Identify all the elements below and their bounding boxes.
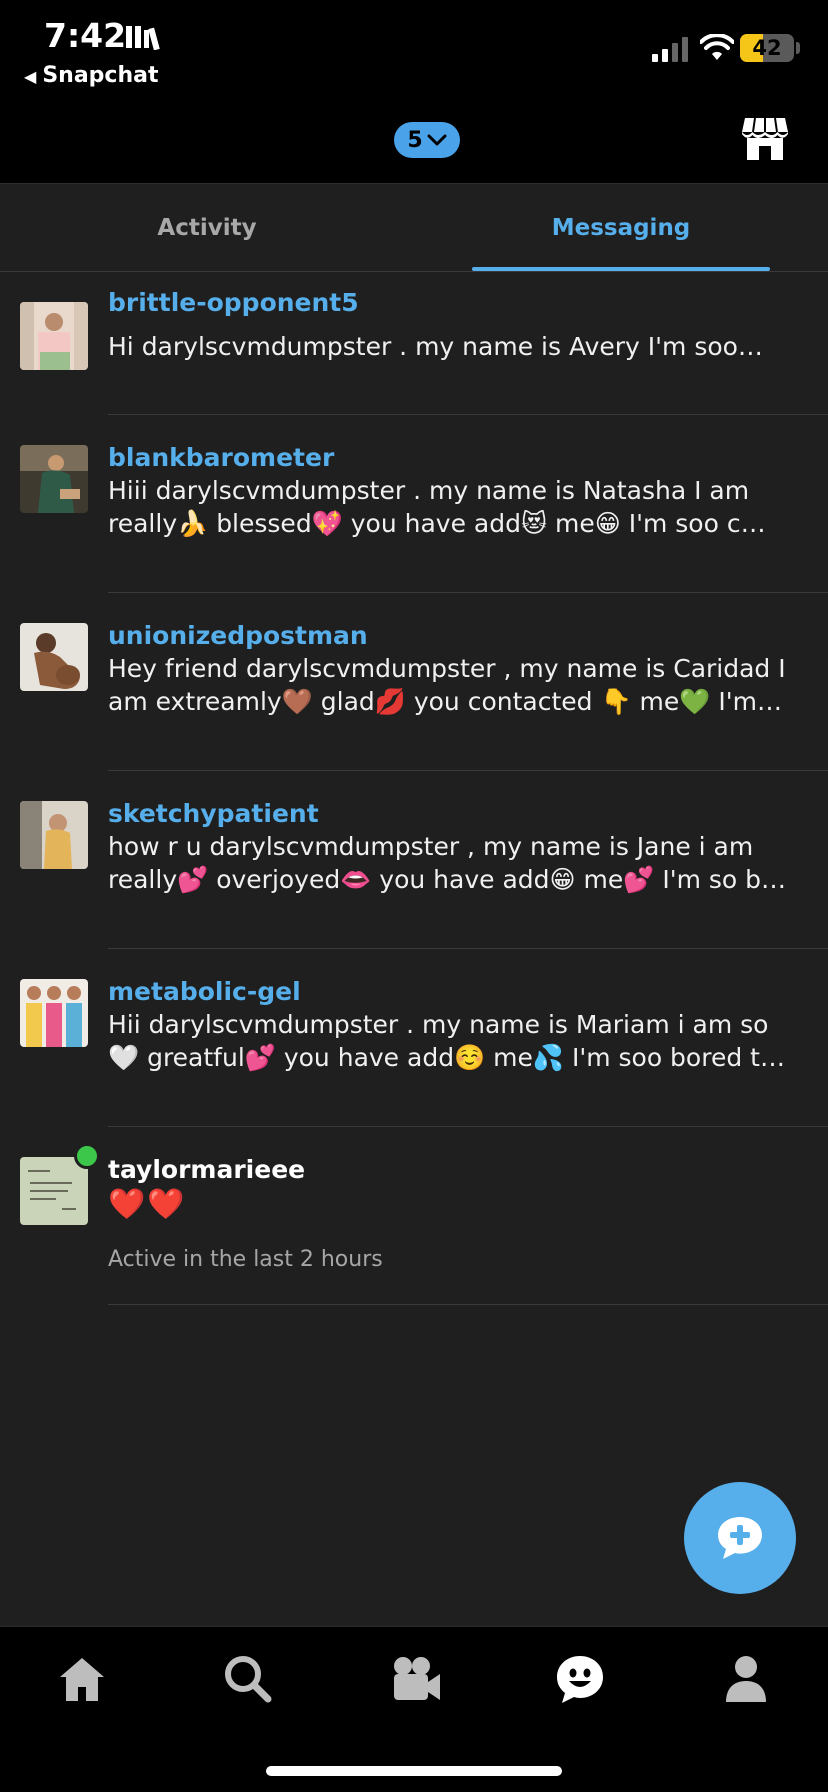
message-preview: Hi darylscvmdumpster . my name is Avery … — [108, 332, 763, 361]
message-preview-line1: Hii darylscvmdumpster . my name is Maria… — [108, 1010, 769, 1039]
chevron-down-icon — [427, 134, 447, 146]
nav-search[interactable] — [218, 1649, 278, 1709]
conversation-list: brittle-opponent5 Hi darylscvmdumpster .… — [0, 272, 828, 1626]
message-preview-line1: how r u darylscvmdumpster , my name is J… — [108, 832, 754, 861]
nav-home[interactable] — [52, 1649, 112, 1709]
count-badge: 5 — [407, 127, 423, 153]
conversation-username: sketchypatient — [108, 799, 319, 828]
conversation-username: metabolic-gel — [108, 977, 301, 1006]
message-preview: ❤️❤️ — [108, 1187, 187, 1222]
nav-profile[interactable] — [716, 1649, 776, 1709]
status-bar: 7:42 ◀ Snapchat 42 — [0, 0, 828, 100]
conversation-username: blankbarometer — [108, 443, 335, 472]
conversation-row[interactable]: brittle-opponent5 Hi darylscvmdumpster .… — [0, 272, 828, 415]
cellular-signal-icon — [652, 37, 688, 62]
store-icon[interactable] — [740, 114, 790, 164]
avatar — [20, 979, 88, 1047]
battery-nub — [796, 42, 800, 54]
nav-chat[interactable] — [550, 1649, 610, 1709]
profile-icon — [726, 1656, 766, 1702]
message-preview-line1: Hey friend darylscvmdumpster , my name i… — [108, 654, 786, 683]
message-preview-line1: Hiii darylscvmdumpster . my name is Nata… — [108, 476, 750, 505]
tab-messaging[interactable]: Messaging — [472, 184, 770, 272]
online-status-dot — [74, 1143, 100, 1169]
conversation-row[interactable]: unionizedpostman Hey friend darylscvmdum… — [0, 593, 828, 771]
message-preview-line2: really🍌 blessed💖 you have add😻 me😁 I'm s… — [108, 509, 766, 538]
conversation-row[interactable]: sketchypatient how r u darylscvmdumpster… — [0, 771, 828, 949]
nav-video[interactable] — [386, 1649, 446, 1709]
conversation-row[interactable]: metabolic-gel Hii darylscvmdumpster . my… — [0, 949, 828, 1127]
video-camera-icon — [394, 1657, 440, 1700]
home-icon — [60, 1658, 104, 1701]
active-status-text: Active in the last 2 hours — [108, 1247, 383, 1272]
avatar — [20, 1157, 88, 1225]
avatar — [20, 623, 88, 691]
active-tab-indicator — [472, 267, 770, 271]
back-arrow-icon: ◀ — [24, 67, 37, 86]
account-count-dropdown[interactable]: 5 — [394, 122, 460, 158]
message-preview-line2: 🤍 greatful💕 you have add☺️ me💦 I'm soo b… — [108, 1043, 785, 1072]
battery-percent: 42 — [752, 36, 782, 60]
message-preview-line2: really💕 overjoyed👄 you have add😁 me💕 I'm… — [108, 865, 787, 894]
wifi-icon — [700, 34, 734, 60]
battery-indicator: 42 — [740, 34, 794, 62]
new-message-icon — [718, 1517, 762, 1559]
avatar — [20, 801, 88, 869]
row-divider — [108, 1304, 828, 1305]
home-indicator — [266, 1766, 562, 1776]
back-to-app-link[interactable]: ◀ Snapchat — [24, 63, 158, 88]
search-icon — [225, 1656, 272, 1703]
conversation-row[interactable]: blankbarometer Hiii darylscvmdumpster . … — [0, 415, 828, 593]
tab-activity[interactable]: Activity — [0, 184, 414, 272]
app-header: 5 — [0, 100, 828, 184]
new-message-button[interactable] — [684, 1482, 796, 1594]
conversation-row[interactable]: taylormarieee ❤️❤️ Active in the last 2 … — [0, 1127, 828, 1305]
conversation-username: unionizedpostman — [108, 621, 368, 650]
conversation-username: brittle-opponent5 — [108, 288, 359, 317]
avatar — [20, 445, 88, 513]
message-preview-line2: am extreamly🤎 glad💋 you contacted 👇 me💚 … — [108, 687, 782, 716]
library-icon — [126, 26, 160, 50]
avatar — [20, 302, 88, 370]
conversation-username: taylormarieee — [108, 1155, 306, 1184]
clock-time: 7:42 — [44, 16, 127, 55]
tab-bar: Activity Messaging — [0, 184, 828, 272]
back-app-label: Snapchat — [42, 63, 159, 88]
chat-face-icon — [557, 1656, 603, 1703]
